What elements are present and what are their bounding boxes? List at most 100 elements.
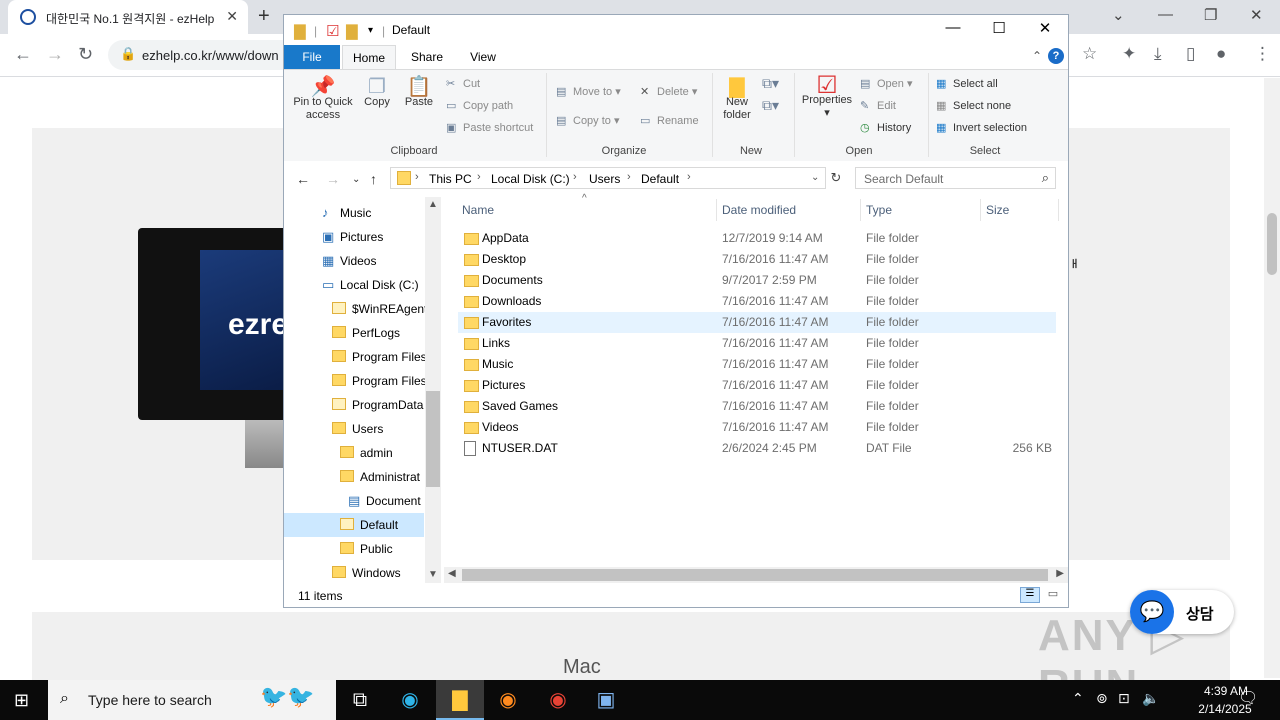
chrome-icon[interactable]: ◉ [534,680,582,720]
nav-scrollbar[interactable]: ▲ ▼ [425,197,441,583]
browser-maximize-button[interactable]: ❐ [1204,6,1217,24]
edit-button[interactable]: ✎ Edit [860,99,896,112]
move-to-button[interactable]: ▤ Move to ▾ [556,85,621,98]
invert-selection-button[interactable]: ▦ Invert selection [936,121,1027,134]
nav-item[interactable]: ▦ Videos [284,249,424,273]
column-name[interactable]: Name [462,203,494,217]
properties-button[interactable]: ☑ Properties ▾ [800,74,854,120]
easy-access-icon[interactable]: ⧉▾ [762,97,779,114]
windows-start-icon[interactable]: ⊞ [14,690,29,711]
address-bar[interactable]: 🔒 ezhelp.co.kr/www/down [108,40,288,70]
profile-avatar-icon[interactable]: ● [1216,44,1226,64]
nav-item[interactable]: Administrat [284,465,424,489]
close-tab-icon[interactable]: ✕ [226,8,238,25]
edge-browser-icon[interactable]: ◉ [386,680,434,720]
browser-tab[interactable]: 대한민국 No.1 원격지원 - ezHelp ✕ [8,0,248,34]
table-row[interactable]: Favorites 7/16/2016 11:47 AM File folder [458,312,1056,333]
notifications-icon[interactable]: 🗨 [1238,688,1258,708]
table-row[interactable]: Pictures 7/16/2016 11:47 AM File folder [458,375,1056,396]
show-hidden-icons-icon[interactable]: ⌃ [1072,690,1084,707]
table-row[interactable]: Desktop 7/16/2016 11:47 AM File folder [458,249,1056,270]
copy-to-button[interactable]: ▤ Copy to ▾ [556,114,620,127]
kebab-menu-icon[interactable]: ⋮ [1254,44,1271,64]
forward-button[interactable]: → [46,44,64,65]
crumb-this-pc[interactable]: This PC [429,172,472,186]
table-row[interactable]: AppData 12/7/2019 9:14 AM File folder [458,228,1056,249]
forward-arrow-icon[interactable]: → [326,171,340,187]
back-arrow-icon[interactable]: ← [296,171,310,187]
column-divider[interactable] [860,199,861,221]
task-view-icon[interactable]: ⧉ [336,680,384,720]
crumb-users[interactable]: Users [589,172,620,186]
nav-item[interactable]: Program Files [284,345,427,369]
browser-minimize-button[interactable]: — [1158,6,1173,23]
customize-qa-icon[interactable]: ▾ [368,25,373,36]
nav-item[interactable]: ProgramData [284,393,424,417]
page-scrollbar-thumb[interactable] [1267,213,1277,275]
volume-icon[interactable]: 🔈 [1142,690,1159,707]
crumb-local-disk[interactable]: Local Disk (C:) [491,172,570,186]
properties-quick-icon[interactable]: ☑ [326,22,339,40]
table-row[interactable]: NTUSER.DAT 2/6/2024 2:45 PM DAT File 256 KB [458,438,1056,459]
help-icon[interactable]: ? [1048,48,1064,64]
table-row[interactable]: Saved Games 7/16/2016 11:47 AM File folder [458,396,1056,417]
refresh-button[interactable]: ↻ [828,167,844,189]
column-date-modified[interactable]: Date modified [722,203,796,217]
large-icons-view-icon[interactable]: ▭ [1044,587,1062,603]
details-view-icon[interactable]: ☰ [1020,587,1040,603]
chat-consult-button[interactable]: 💬 상담 [1130,590,1234,634]
select-none-button[interactable]: ▦ Select none [936,99,1011,112]
nav-item[interactable]: ♪ Music [284,201,424,225]
cut-button[interactable]: ✂ Cut [446,77,480,90]
page-scrollbar[interactable] [1264,78,1280,678]
horizontal-scrollbar[interactable]: ◀ ▶ [444,567,1068,583]
nav-item[interactable]: Public [284,537,424,561]
recent-locations-icon[interactable]: ⌄ [352,174,360,185]
network-icon[interactable]: ⊡ [1118,690,1130,707]
select-all-button[interactable]: ▦ Select all [936,77,998,90]
firefox-icon[interactable]: ◉ [484,680,532,720]
table-row[interactable]: Videos 7/16/2016 11:47 AM File folder [458,417,1056,438]
nav-item[interactable]: PerfLogs [284,321,424,345]
nav-scrollbar-thumb[interactable] [426,391,440,487]
copy-button[interactable]: ❐ Copy [360,77,394,109]
scroll-right-icon[interactable]: ▶ [1056,568,1064,579]
scroll-down-icon[interactable]: ▼ [428,569,438,580]
crumb-default[interactable]: Default [641,172,679,186]
delete-button[interactable]: ✕ Delete ▾ [640,85,697,98]
up-arrow-icon[interactable]: ↑ [370,171,377,187]
nav-item[interactable]: Users [284,417,424,441]
maximize-button[interactable]: ☐ [976,19,1022,37]
nav-item[interactable]: ▤ Document [284,489,424,513]
extensions-icon[interactable]: ✦ [1122,44,1136,64]
open-button[interactable]: ▤ Open ▾ [860,77,913,90]
table-row[interactable]: Music 7/16/2016 11:47 AM File folder [458,354,1056,375]
nav-item[interactable]: ▭ Local Disk (C:) [284,273,424,297]
bookmark-star-icon[interactable]: ☆ [1082,44,1097,64]
new-folder-quick-icon[interactable]: ▇ [346,22,358,40]
close-button[interactable]: ✕ [1022,19,1068,37]
paste-shortcut-button[interactable]: ▣ Paste shortcut [446,121,533,134]
tab-share[interactable]: Share [402,45,452,69]
remote-support-app-icon[interactable]: ▣ [582,680,630,720]
pin-quick-access-button[interactable]: 📌 Pin to Quick access [290,77,356,122]
nav-item[interactable]: $WinREAgent [284,297,427,321]
collapse-ribbon-icon[interactable]: ⌃ [1032,49,1042,63]
tab-home[interactable]: Home [342,45,396,69]
scroll-left-icon[interactable]: ◀ [448,568,456,579]
table-row[interactable]: Documents 9/7/2017 2:59 PM File folder [458,270,1056,291]
taskbar-search-box[interactable]: ⌕ Type here to search 🐦🐦 [48,680,336,720]
address-breadcrumb[interactable]: › This PC › Local Disk (C:) › Users › De… [390,167,826,189]
address-dropdown-icon[interactable]: ⌄ [811,172,819,183]
nav-item[interactable]: Default [284,513,424,537]
nav-item[interactable]: Program Files [284,369,427,393]
new-folder-button[interactable]: ▇ New folder [718,77,756,122]
scroll-up-icon[interactable]: ▲ [428,199,438,210]
horizontal-scrollbar-thumb[interactable] [462,569,1048,581]
nav-item[interactable]: admin [284,441,424,465]
file-explorer-taskbar-icon[interactable]: ▇ [436,680,484,720]
search-input[interactable]: Search Default ⌕ [855,167,1056,189]
paste-button[interactable]: 📋 Paste [402,77,436,109]
table-row[interactable]: Downloads 7/16/2016 11:47 AM File folder [458,291,1056,312]
tray-app-icon[interactable]: ⊚ [1096,690,1108,707]
